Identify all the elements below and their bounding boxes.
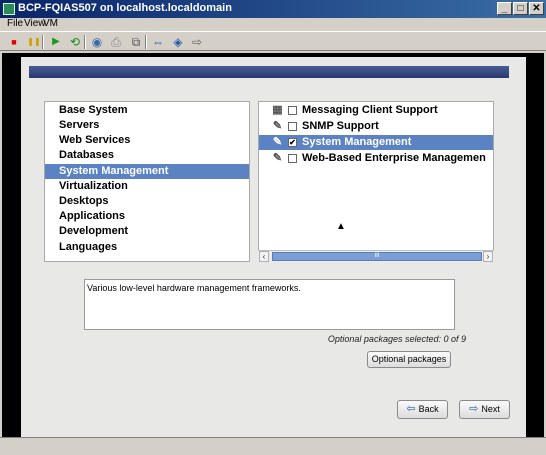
- quick-switch-icon[interactable]: ◈: [170, 34, 186, 50]
- next-button-label: Next: [481, 404, 500, 414]
- unity-icon[interactable]: ⇨: [189, 34, 205, 50]
- toolbar-separator: [42, 35, 44, 49]
- mouse-pointer-icon: ▲: [336, 221, 346, 232]
- scroll-left-arrow-icon[interactable]: ‹: [259, 251, 269, 262]
- group-databases[interactable]: Databases: [45, 148, 249, 163]
- window-title: BCP-FQIAS507 on localhost.localdomain: [18, 2, 232, 14]
- package-checkbox[interactable]: [288, 106, 297, 115]
- package-list: ▦ Messaging Client Support ✎ SNMP Suppor…: [258, 101, 494, 262]
- package-checkbox[interactable]: [288, 154, 297, 163]
- fullscreen-icon[interactable]: ⇔: [150, 34, 166, 50]
- revert-icon[interactable]: ⎙: [108, 34, 124, 50]
- title-bar: BCP-FQIAS507 on localhost.localdomain _ …: [0, 0, 546, 18]
- group-development[interactable]: Development: [45, 224, 249, 239]
- scroll-thumb[interactable]: III: [272, 252, 482, 261]
- optional-packages-button[interactable]: Optional packages: [367, 351, 451, 368]
- installer-screen: Base System Servers Web Services Databas…: [21, 57, 526, 437]
- group-system-management[interactable]: System Management: [45, 164, 249, 179]
- menu-vm[interactable]: VM: [43, 18, 58, 29]
- manage-snapshots-icon[interactable]: ⧉: [128, 34, 144, 50]
- package-checkbox[interactable]: [288, 122, 297, 131]
- reset-icon[interactable]: ⟲: [67, 34, 83, 50]
- optional-packages-status: Optional packages selected: 0 of 9: [327, 334, 466, 344]
- close-button[interactable]: ✕: [529, 2, 544, 15]
- group-languages[interactable]: Languages: [45, 240, 249, 255]
- next-button[interactable]: ⇨ Next: [459, 400, 510, 419]
- back-button-label: Back: [418, 404, 439, 414]
- package-label: SNMP Support: [302, 120, 379, 132]
- pause-icon[interactable]: ❚❚: [26, 34, 42, 50]
- package-label: System Management: [302, 136, 412, 148]
- group-web-services[interactable]: Web Services: [45, 133, 249, 148]
- menu-bar: File View VM: [0, 18, 546, 31]
- package-icon: ✎: [272, 120, 283, 132]
- group-virtualization[interactable]: Virtualization: [45, 179, 249, 194]
- power-off-icon[interactable]: ■: [6, 34, 22, 50]
- package-label: Messaging Client Support: [302, 104, 438, 116]
- package-list-hscrollbar[interactable]: ‹ III ›: [258, 250, 494, 262]
- minimize-button[interactable]: _: [497, 2, 512, 15]
- play-icon[interactable]: ▶: [48, 34, 64, 50]
- package-group-list: Base System Servers Web Services Databas…: [44, 101, 250, 262]
- package-label: Web-Based Enterprise Managemen: [302, 152, 486, 164]
- group-desktops[interactable]: Desktops: [45, 194, 249, 209]
- package-icon: ✎: [272, 136, 283, 148]
- package-row[interactable]: ✎ Web-Based Enterprise Managemen: [259, 151, 493, 166]
- vm-app-icon: [3, 3, 15, 15]
- package-group-icon: ▦: [272, 104, 283, 116]
- installer-banner: [29, 66, 509, 78]
- toolbar-separator: [145, 35, 147, 49]
- next-arrow-icon: ⇨: [469, 403, 479, 416]
- toolbar: ■ ❚❚ ▶ ⟲ ◉ ⎙ ⧉ ⇔ ◈ ⇨: [0, 31, 546, 51]
- status-bar: [0, 437, 546, 455]
- package-checkbox-checked[interactable]: ✔: [288, 138, 297, 147]
- back-button[interactable]: ⇦ Back: [397, 400, 448, 419]
- group-description: Various low-level hardware management fr…: [84, 279, 455, 330]
- group-servers[interactable]: Servers: [45, 118, 249, 133]
- package-icon: ✎: [272, 152, 283, 164]
- snapshot-icon[interactable]: ◉: [89, 34, 105, 50]
- group-applications[interactable]: Applications: [45, 209, 249, 224]
- group-base-system[interactable]: Base System: [45, 103, 249, 118]
- back-arrow-icon: ⇦: [406, 403, 416, 416]
- menu-file[interactable]: File: [7, 18, 23, 29]
- scroll-right-arrow-icon[interactable]: ›: [483, 251, 493, 262]
- package-row[interactable]: ▦ Messaging Client Support: [259, 103, 493, 118]
- maximize-button[interactable]: □: [513, 2, 528, 15]
- toolbar-separator: [84, 35, 86, 49]
- package-row[interactable]: ✎ SNMP Support: [259, 119, 493, 134]
- package-row-selected[interactable]: ✎ ✔ System Management: [259, 135, 493, 150]
